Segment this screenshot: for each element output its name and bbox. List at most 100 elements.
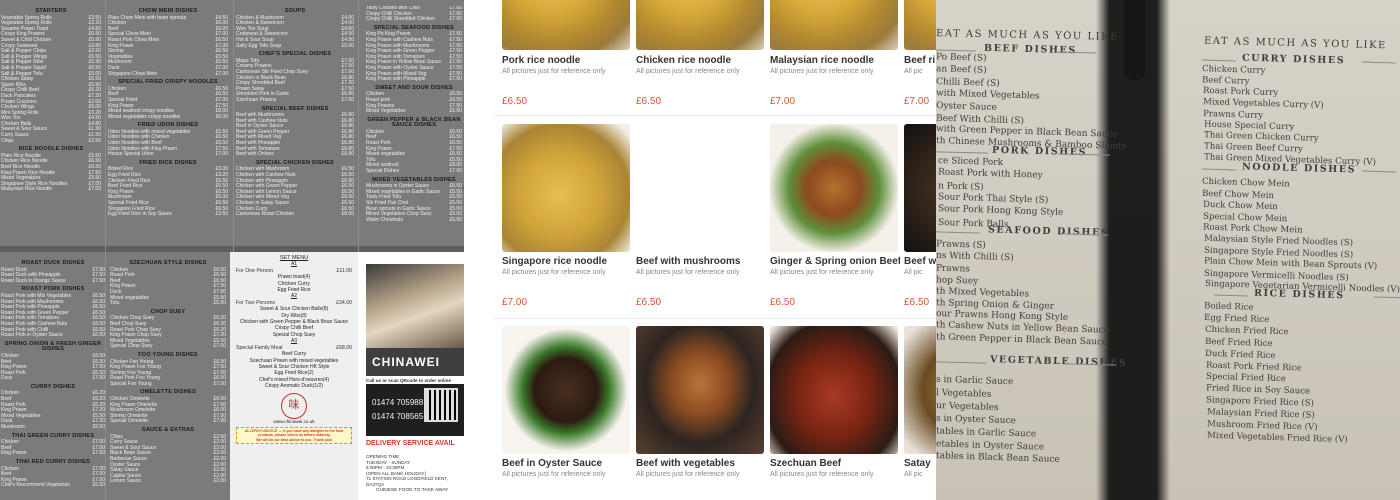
menu-item-price: £2.00 [213, 478, 226, 485]
menu-item-name: Roast Pork in Oyster Sauce [1, 332, 63, 339]
menu-item-row: Mixed vegetables crispy noodles £6.00 [108, 113, 228, 121]
product-card[interactable]: Pork rice noodle All pictures just for re… [498, 0, 632, 118]
menu-section-heading: SOUPS [284, 8, 306, 14]
product-grid: Pork rice noodle All pictures just for re… [464, 0, 936, 500]
menu-item-price: £8.00 [341, 211, 354, 218]
product-name[interactable]: Beef with mushrooms [636, 256, 740, 267]
menu-item-price: £5.50 [92, 424, 105, 431]
row-divider [494, 318, 936, 319]
qr-code-icon[interactable] [424, 388, 458, 422]
phone-number: 01474 708565 [372, 412, 424, 421]
menu-item-name: Mixed vegetables crispy noodles [108, 113, 181, 120]
product-name[interactable]: Beef in Oyster Sauce [502, 458, 602, 469]
product-image[interactable] [502, 124, 630, 252]
product-price: £6.50 [636, 297, 662, 308]
product-name[interactable]: Ginger & Spring onion Beef [770, 256, 901, 267]
product-card[interactable]: Beef ri All pic £7.00 [900, 0, 936, 118]
address: 71 STATION ROAD LONGFIELD KENT, DA37QA [366, 476, 448, 487]
product-name[interactable]: Beef w [904, 256, 936, 267]
product-image[interactable] [904, 0, 936, 50]
menu-item: l Vegetables [936, 388, 992, 400]
allergy-advice-text: ALLERGY ADVICE — If you have any allergi… [244, 428, 344, 438]
menu-item: th Mixed Vegetables [936, 286, 1030, 300]
product-image[interactable] [636, 0, 764, 50]
product-note: All pic [904, 269, 923, 276]
product-card[interactable]: Beef with vegetables All pictures just fo… [632, 326, 766, 500]
menu-section-heading: GREEN PEPPER & BLACK BEAN SAUCE DISHES [367, 116, 461, 129]
menu-item-row: Special Dishes £7.00 [366, 168, 462, 175]
product-card[interactable]: Szechuan Beef All pictures just for refer… [766, 326, 900, 500]
product-note: All pic [904, 471, 923, 478]
product-card[interactable]: Ginger & Spring onion Beef All pictures j… [766, 124, 901, 320]
menu-item-row: Special Chop Suey £7.00 [110, 344, 226, 350]
product-note: All pictures just for reference only [770, 269, 874, 276]
product-card[interactable]: Singapore rice noodle All pictures just f… [498, 124, 632, 320]
menu-item: Prawns (S) [936, 239, 987, 251]
menu-section-heading: ROAST DUCK DISHES [21, 260, 85, 266]
product-card[interactable]: Malaysian rice noodle All pictures just f… [766, 0, 900, 118]
menu-item: s in Garlic Sauce [936, 374, 1014, 388]
menu-section-heading: RICE NOODLE DISHES [18, 146, 84, 153]
menu-item-name: Singapore Chow Mein [108, 70, 158, 77]
menu-item-row: Szechuan Prawns £7.50 [236, 97, 354, 104]
product-note: All pictures just for reference only [636, 269, 740, 276]
set-menu-panel: SET MENU A1 For One Person £11.00 Prawn t… [230, 252, 358, 500]
menu-item-price: £7.00 [213, 380, 226, 387]
product-card[interactable]: Beef in Oyster Sauce All pictures just fo… [498, 326, 632, 500]
product-image[interactable] [502, 0, 630, 50]
paper-rule [1201, 168, 1237, 171]
product-name[interactable]: Chicken rice noodle [636, 55, 731, 66]
product-image[interactable] [636, 124, 764, 252]
menu-item-row: Mushroom £5.50 [1, 424, 105, 431]
menu-item-name: Chef's Recommend Vegetarian [1, 482, 71, 489]
paper-rule [936, 231, 981, 234]
product-price: £7.00 [904, 96, 930, 107]
paper-rule [1361, 61, 1397, 64]
product-image[interactable] [904, 326, 936, 454]
menu-item: s in Oyster Sauce [936, 413, 1017, 426]
menu-section-heading: THAI RED CURRY DISHES [15, 459, 91, 465]
menu-item-row: Beef with Onions £6.80 [236, 152, 354, 158]
menu-item-name: Chips [1, 137, 14, 144]
product-image[interactable] [770, 0, 898, 50]
product-card[interactable]: Chicken rice noodle All pictures just for… [632, 0, 766, 118]
menu-item-name: Egg Fried Rice in Soy Sauce [108, 211, 172, 218]
menu-item-row: Singapore Chow Mein £7.00 [108, 70, 228, 78]
product-card[interactable]: Beef w All pic £6.50 [900, 124, 936, 320]
menu-item-price: £7.00 [449, 168, 462, 175]
menu-section-heading: SPRING ONION & FRESH GINGER DISHES [4, 340, 102, 353]
product-name[interactable]: Pork rice noodle [502, 55, 580, 66]
product-image[interactable] [770, 326, 898, 454]
menu-item-price: £5.50 [449, 108, 462, 115]
menu-section-heading: FOO YOUNG DISHES [138, 351, 198, 358]
product-price: £6.50 [904, 297, 930, 308]
product-image[interactable] [502, 326, 630, 454]
product-name[interactable]: Singapore rice noodle [502, 256, 607, 267]
product-name[interactable]: Satay [904, 458, 931, 469]
set-menu-line: Crispy Aromatic Duck(1/2) [264, 383, 324, 390]
menu-item-price: £5.00 [341, 42, 354, 49]
product-card[interactable]: Beef with mushrooms All pictures just for… [632, 124, 766, 320]
product-image[interactable] [770, 124, 898, 252]
product-name[interactable]: Szechuan Beef [770, 458, 841, 469]
product-name[interactable]: Malaysian rice noodle [770, 55, 874, 66]
product-image[interactable] [904, 124, 936, 252]
product-price: £6.50 [636, 96, 662, 107]
menu-section-heading: PORK DISHES [991, 144, 1088, 159]
menu-item: Duck Chow Mein [1202, 200, 1278, 213]
paper-rule [936, 151, 989, 154]
paper-rule [1373, 296, 1400, 299]
menu-item-name: Special Foo Young [110, 380, 152, 387]
menu-item-row: Egg Fried Rice in Soy Sauce £3.50 [108, 212, 228, 218]
product-note: All pictures just for reference only [502, 68, 606, 75]
product-name[interactable]: Beef with vegetables [636, 458, 735, 469]
set-menu-for: For One Person [236, 267, 273, 274]
menu-section-heading: SPECIAL FRIED CRISPY NOODLES [118, 79, 218, 86]
menu-item-row: Mixed Vegetables £5.50 [366, 108, 462, 115]
product-card[interactable]: Satay All pic [900, 326, 936, 500]
set-menu-price: £68.00 [336, 344, 352, 351]
paper-menu-photo: EAT AS MUCH AS YOU LIKE BEEF DISHES Po Bee… [936, 0, 1400, 500]
product-image[interactable] [636, 326, 764, 454]
product-name[interactable]: Beef ri [904, 55, 935, 66]
menu-item-name: Tofu [110, 300, 120, 307]
